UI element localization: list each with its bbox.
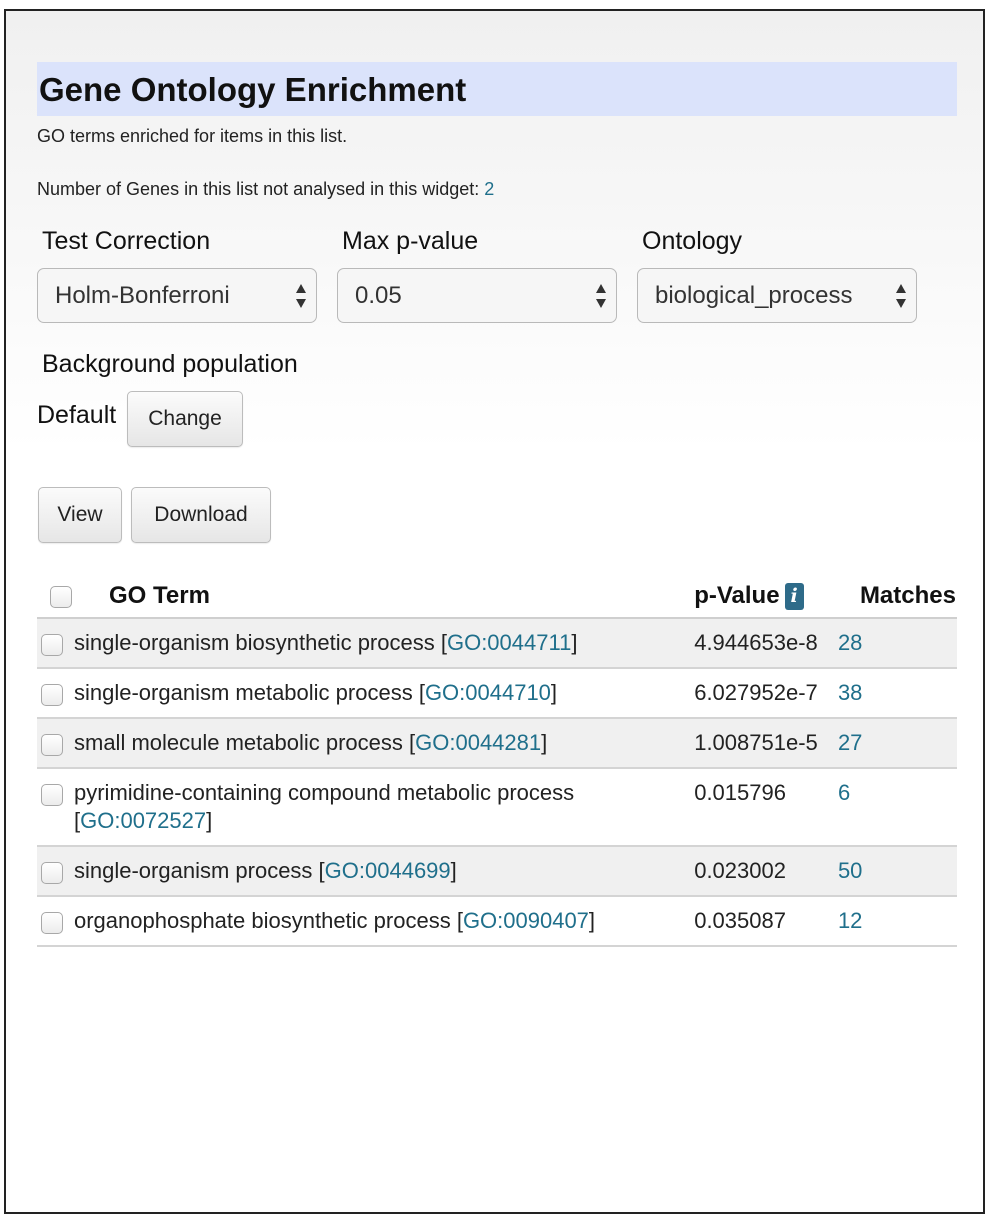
download-button[interactable]: Download — [131, 487, 271, 543]
widget-frame: Gene Ontology Enrichment GO terms enrich… — [4, 9, 985, 1214]
row-checkbox-cell — [37, 668, 73, 719]
up-down-arrows-icon — [296, 284, 306, 308]
go-term-cell: single-organism biosynthetic process [GO… — [73, 618, 695, 669]
go-term-cell: pyrimidine-containing compound metabolic… — [73, 768, 695, 847]
widget-subtitle: GO terms enriched for items in this list… — [37, 126, 348, 146]
change-background-button[interactable]: Change — [127, 391, 243, 447]
pvalue-cell: 4.944653e-8 — [694, 618, 830, 669]
matches-cell: 38 — [829, 668, 957, 719]
matches-header: Matches — [829, 567, 957, 619]
max-pvalue-select[interactable]: 0.05 — [337, 268, 617, 323]
table-header-row: GO Term p-Value i Matches — [37, 567, 957, 619]
row-checkbox[interactable] — [41, 734, 63, 757]
info-icon[interactable]: i — [784, 583, 804, 610]
row-checkbox-cell — [37, 896, 73, 947]
go-term-name: small molecule metabolic process — [74, 730, 403, 755]
go-id-link[interactable]: GO:0044281 — [415, 730, 541, 755]
ontology-value: biological_process — [655, 282, 853, 309]
matches-link[interactable]: 50 — [838, 858, 862, 883]
row-checkbox-cell — [37, 718, 73, 769]
pvalue-cell: 1.008751e-5 — [694, 718, 830, 769]
matches-cell: 12 — [829, 896, 957, 947]
table-row: single-organism process [GO:0044699] 0.02… — [37, 846, 957, 897]
max-pvalue-group: Max p-value 0.05 — [337, 226, 617, 323]
test-correction-value: Holm-Bonferroni — [55, 282, 230, 309]
up-down-arrows-icon — [596, 284, 606, 308]
max-pvalue-value: 0.05 — [355, 282, 402, 309]
go-term-header: GO Term — [73, 567, 695, 619]
widget-title: Gene Ontology Enrichment — [37, 62, 957, 116]
matches-cell: 50 — [829, 846, 957, 897]
not-analysed-notice: Number of Genes in this list not analyse… — [37, 179, 957, 200]
test-correction-label: Test Correction — [42, 227, 211, 255]
pvalue-cell: 0.015796 — [694, 768, 830, 847]
go-term-name: pyrimidine-containing compound metabolic… — [74, 780, 575, 805]
test-correction-group: Test Correction Holm-Bonferroni — [37, 226, 317, 323]
table-row: single-organism biosynthetic process [GO… — [37, 618, 957, 669]
go-term-name: single-organism process — [74, 858, 313, 883]
go-term-cell: single-organism process [GO:0044699] — [73, 846, 695, 897]
table-row: organophosphate biosynthetic process [GO… — [37, 896, 957, 947]
matches-link[interactable]: 27 — [838, 730, 862, 755]
select-all-checkbox[interactable] — [50, 585, 72, 608]
matches-cell: 6 — [829, 768, 957, 847]
pvalue-header: p-Value i — [694, 567, 830, 619]
go-id-link[interactable]: GO:0072527 — [80, 808, 206, 833]
row-checkbox[interactable] — [41, 784, 63, 807]
row-checkbox-cell — [37, 618, 73, 669]
row-checkbox-cell — [37, 846, 73, 897]
row-checkbox[interactable] — [41, 862, 63, 885]
matches-link[interactable]: 28 — [838, 630, 862, 655]
go-id-link[interactable]: GO:0044711 — [447, 630, 571, 655]
table-body: single-organism biosynthetic process [GO… — [37, 618, 957, 947]
background-population-row: Default Change — [37, 391, 957, 449]
pvalue-cell: 0.035087 — [694, 896, 830, 947]
go-term-cell: small molecule metabolic process [GO:004… — [73, 718, 695, 769]
table-row: small molecule metabolic process [GO:004… — [37, 718, 957, 769]
go-enrichment-widget: Gene Ontology Enrichment GO terms enrich… — [37, 62, 957, 947]
up-down-arrows-icon — [896, 284, 906, 308]
matches-link[interactable]: 6 — [838, 780, 850, 805]
test-correction-select[interactable]: Holm-Bonferroni — [37, 268, 317, 323]
table-row: pyrimidine-containing compound metabolic… — [37, 768, 957, 847]
go-id-link[interactable]: GO:0090407 — [463, 908, 589, 933]
matches-link[interactable]: 38 — [838, 680, 862, 705]
not-analysed-label: Number of Genes in this list not analyse… — [37, 179, 480, 199]
filter-selectors: Test Correction Holm-Bonferroni Max p-va… — [37, 226, 957, 326]
go-term-name: single-organism metabolic process — [74, 680, 413, 705]
action-buttons: View Download — [37, 487, 957, 545]
go-term-cell: single-organism metabolic process [GO:00… — [73, 668, 695, 719]
select-all-cell — [37, 567, 73, 619]
pvalue-cell: 6.027952e-7 — [694, 668, 830, 719]
go-term-cell: organophosphate biosynthetic process [GO… — [73, 896, 695, 947]
background-population-label: Background population — [42, 350, 298, 378]
go-results-table: GO Term p-Value i Matches single-organism… — [37, 567, 957, 947]
row-checkbox-cell — [37, 768, 73, 847]
ontology-label: Ontology — [642, 227, 743, 255]
go-id-link[interactable]: GO:0044710 — [425, 680, 551, 705]
matches-cell: 27 — [829, 718, 957, 769]
ontology-select[interactable]: biological_process — [637, 268, 917, 323]
matches-link[interactable]: 12 — [838, 908, 862, 933]
not-analysed-count-link[interactable]: 2 — [484, 179, 494, 199]
go-term-name: single-organism biosynthetic process — [74, 630, 435, 655]
max-pvalue-label: Max p-value — [342, 227, 479, 255]
ontology-group: Ontology biological_process — [637, 226, 917, 323]
view-button[interactable]: View — [38, 487, 122, 543]
pvalue-header-label: p-Value — [694, 581, 780, 609]
row-checkbox[interactable] — [41, 634, 63, 657]
go-term-name: organophosphate biosynthetic process — [74, 908, 451, 933]
row-checkbox[interactable] — [41, 684, 63, 707]
matches-cell: 28 — [829, 618, 957, 669]
row-checkbox[interactable] — [41, 912, 63, 935]
go-id-link[interactable]: GO:0044699 — [325, 858, 451, 883]
pvalue-cell: 0.023002 — [694, 846, 830, 897]
background-population-value: Default — [37, 401, 117, 429]
table-row: single-organism metabolic process [GO:00… — [37, 668, 957, 719]
